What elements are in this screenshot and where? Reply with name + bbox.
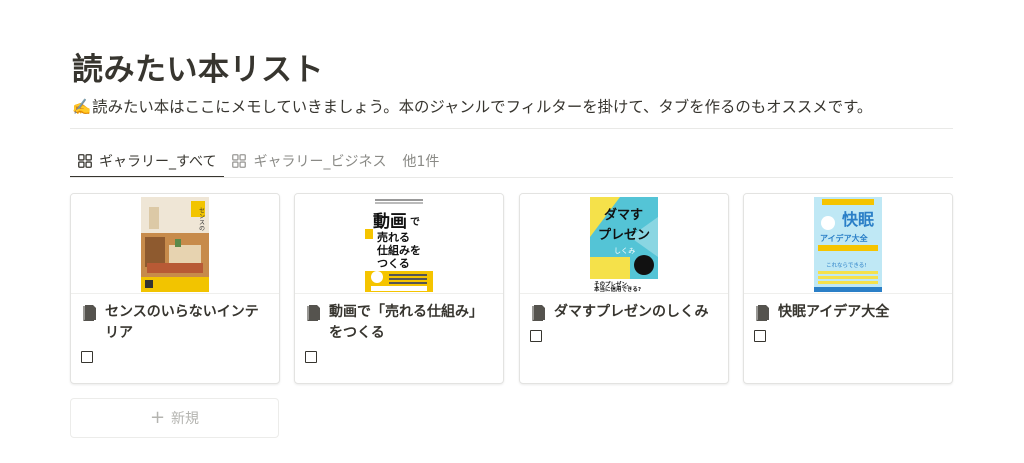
svg-text:で: で [410,216,420,228]
divider [70,177,953,178]
new-item-label: 新規 [171,411,200,427]
svg-text:つくる: つくる [377,257,410,270]
svg-text:センスの: センスの [198,207,205,231]
gallery-card[interactable]: センスの センスのいらないインテリア [70,193,280,384]
checkbox[interactable] [81,351,93,363]
new-item-button[interactable]: + 新規 [70,398,279,438]
tab-more-views[interactable]: 他1件 [394,146,447,176]
svg-text:快眠: 快眠 [842,210,874,229]
gallery-card[interactable]: 快眠 アイデア大全 これならできる! 快眠アイデア大全 [743,193,953,384]
tab-gallery-business[interactable]: ギャラリー_ビジネス [224,146,394,176]
page-title: 読みたい本リスト [72,52,324,88]
checkbox[interactable] [754,330,766,342]
card-cover-area: センスの [71,194,279,294]
card-title-text: ダマすプレゼンのしくみ [554,304,709,320]
svg-text:しくみ: しくみ [614,247,635,255]
card-cover-area: 動画 で 売れる 仕組みを つくる [295,194,503,294]
divider [70,128,953,129]
card-title-text: センスのいらないインテリア [105,304,259,341]
svg-text:本当に信用できる?: 本当に信用できる? [594,285,641,292]
checkbox[interactable] [305,351,317,363]
card-title-text: 動画で「売れる仕組み」をつくる [329,304,483,341]
svg-text:動画: 動画 [373,211,407,232]
svg-text:これならできる!: これならできる! [826,262,866,269]
description-text: 読みたい本はここにメモしていきましょう。本のジャンルでフィルターを掛けて、タブを… [92,98,873,116]
card-title: 快眠アイデア大全 [756,302,942,323]
card-title-text: 快眠アイデア大全 [778,304,890,320]
view-tabs: ギャラリー_すべて ギャラリー_ビジネス 他1件 [70,146,447,178]
document-icon [83,305,96,321]
card-cover-area: 快眠 アイデア大全 これならできる! [744,194,952,294]
book-cover-image: 動画 で 売れる 仕組みを つくる [365,197,433,292]
card-title: センスのいらないインテリア [83,302,269,344]
book-cover-image: 快眠 アイデア大全 これならできる! [814,197,882,292]
gallery-card[interactable]: ダマす プレゼン しくみ そのプレゼン、 本当に信用できる? ダマすプレゼンのし… [519,193,729,384]
card-title: 動画で「売れる仕組み」をつくる [307,302,493,344]
tab-label: ギャラリー_ビジネス [253,154,387,170]
svg-text:仕組みを: 仕組みを [376,243,421,257]
svg-text:アイデア大全: アイデア大全 [820,233,869,243]
writing-hand-icon: ✍️ [72,98,92,116]
plus-icon: + [149,407,166,428]
document-icon [307,305,320,321]
card-title: ダマすプレゼンのしくみ [532,302,718,323]
svg-text:売れる: 売れる [377,230,410,244]
document-icon [532,305,545,321]
page-description: ✍️読みたい本はここにメモしていきましょう。本のジャンルでフィルターを掛けて、タ… [72,95,952,117]
tab-gallery-all[interactable]: ギャラリー_すべて [70,146,225,178]
gallery-card[interactable]: 動画 で 売れる 仕組みを つくる 動画で「売れる仕組み」をつくる [294,193,504,384]
book-cover-image: センスの [141,197,209,292]
tab-label: 他1件 [402,154,440,170]
gallery-grid-icon [232,154,247,168]
svg-text:ダマす: ダマす [604,207,643,223]
checkbox[interactable] [530,330,542,342]
document-icon [756,305,769,321]
card-cover-area: ダマす プレゼン しくみ そのプレゼン、 本当に信用できる? [520,194,728,294]
tab-label: ギャラリー_すべて [99,154,217,170]
book-cover-image: ダマす プレゼン しくみ そのプレゼン、 本当に信用できる? [590,197,658,292]
svg-text:プレゼン: プレゼン [598,227,650,243]
gallery-grid-icon [78,154,92,168]
